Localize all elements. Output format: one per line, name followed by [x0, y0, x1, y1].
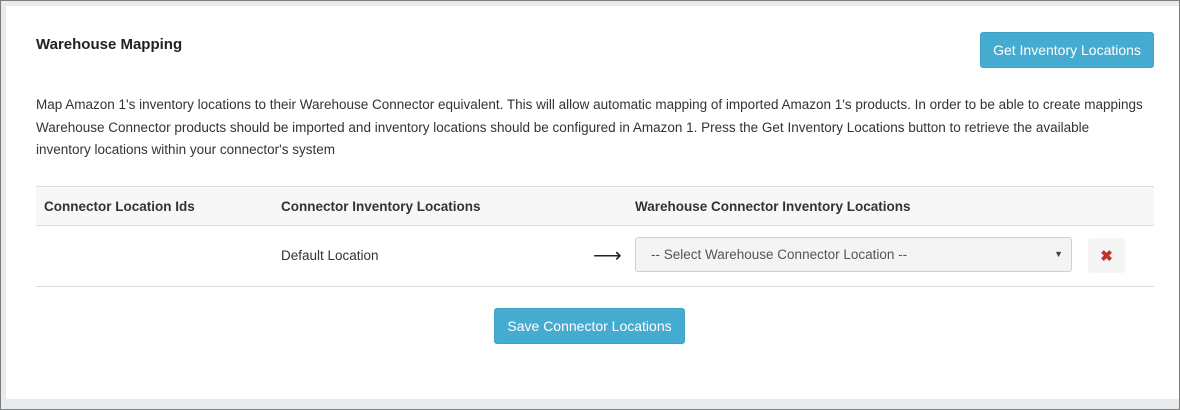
- close-icon: ✖: [1100, 247, 1113, 265]
- locations-table: Connector Location Ids Connector Invento…: [36, 186, 1154, 287]
- select-placeholder: -- Select Warehouse Connector Location -…: [651, 247, 908, 262]
- caret-down-icon: ▼: [1054, 249, 1063, 259]
- table-header: Connector Location Ids Connector Invento…: [36, 186, 1154, 226]
- table-row: Default Location ⟶ -- Select Warehouse C…: [36, 226, 1154, 287]
- panel-title: Warehouse Mapping: [36, 36, 183, 53]
- header-connector-location-ids: Connector Location Ids: [44, 199, 195, 214]
- remove-mapping-button[interactable]: ✖: [1088, 238, 1125, 273]
- get-inventory-locations-button[interactable]: Get Inventory Locations: [980, 32, 1154, 68]
- header-connector-inventory-locations: Connector Inventory Locations: [281, 199, 481, 214]
- inventory-location-name: Default Location: [281, 248, 379, 263]
- save-connector-locations-button[interactable]: Save Connector Locations: [494, 308, 685, 344]
- warehouse-location-select[interactable]: -- Select Warehouse Connector Location -…: [635, 237, 1072, 272]
- header-warehouse-connector-inventory-locations: Warehouse Connector Inventory Locations: [635, 199, 911, 214]
- arrow-right-icon: ⟶: [593, 245, 622, 267]
- warehouse-mapping-panel: Warehouse Mapping Get Inventory Location…: [6, 6, 1179, 399]
- description-text: Map Amazon 1's inventory locations to th…: [36, 97, 1143, 157]
